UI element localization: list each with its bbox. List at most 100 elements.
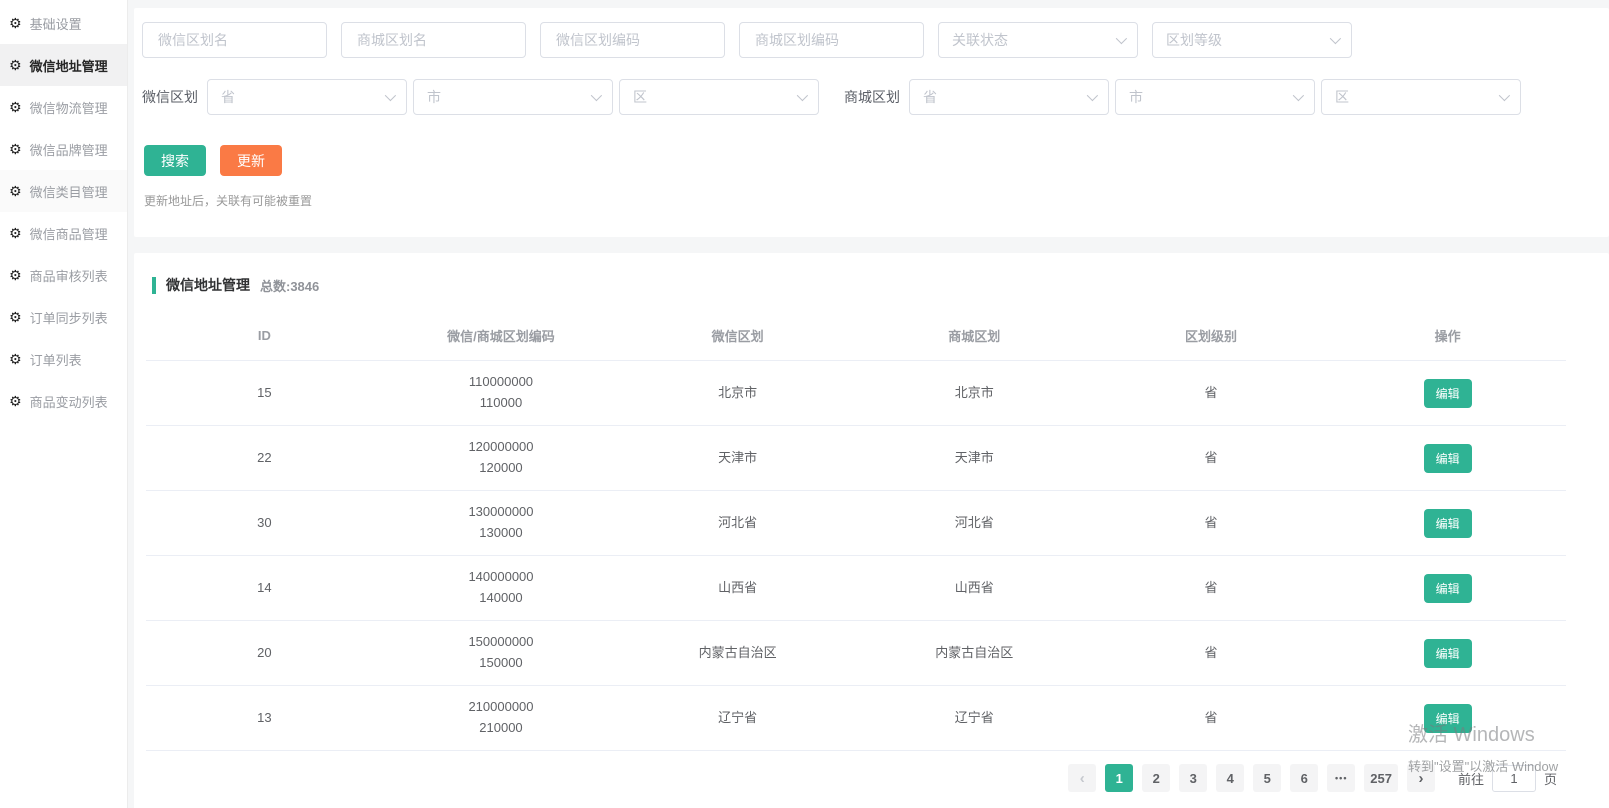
table-panel: 微信地址管理 总数:3846 ID 微信/商城区划编码 微信区划 商城区划 区划… — [134, 253, 1609, 808]
sidebar-item[interactable]: ⚙ 订单同步列表 — [0, 296, 127, 338]
chevron-down-icon — [591, 90, 602, 101]
sidebar-item[interactable]: ⚙ 基础设置 — [0, 2, 127, 44]
page-ellipsis[interactable]: ••• — [1327, 764, 1355, 792]
sidebar-item-label: 微信地址管理 — [30, 56, 108, 75]
mall-district-placeholder: 区 — [1335, 87, 1349, 107]
cell-wx-region: 内蒙古自治区 — [619, 621, 856, 686]
page-number-list: 1 2 3 4 5 6 — [1105, 764, 1318, 792]
cell-level: 省 — [1093, 361, 1330, 426]
col-id: ID — [146, 311, 383, 361]
table-row: 20 150000000 150000 内蒙古自治区 内蒙古自治区 省 编辑 — [146, 621, 1566, 686]
gear-icon: ⚙ — [9, 226, 22, 240]
cell-actions: 编辑 — [1329, 361, 1566, 426]
mall-region-code-input[interactable] — [739, 22, 924, 58]
col-actions: 操作 — [1329, 311, 1566, 361]
sidebar-item-label: 商品变动列表 — [30, 392, 108, 411]
link-status-placeholder: 关联状态 — [952, 30, 1008, 50]
gear-icon: ⚙ — [9, 310, 22, 324]
cell-id: 20 — [146, 621, 383, 686]
sidebar-item[interactable]: ⚙ 微信品牌管理 — [0, 128, 127, 170]
gear-icon: ⚙ — [9, 394, 22, 408]
page-number-button[interactable]: 6 — [1290, 764, 1318, 792]
page-number-button[interactable]: 2 — [1142, 764, 1170, 792]
cell-mall-region: 天津市 — [856, 426, 1093, 491]
search-button[interactable]: 搜索 — [144, 145, 206, 176]
last-page-button[interactable]: 257 — [1364, 764, 1398, 792]
table-row: 15 110000000 110000 北京市 北京市 省 编辑 — [146, 361, 1566, 426]
mall-code: 130000 — [389, 523, 614, 544]
page-unit-label: 页 — [1544, 769, 1557, 788]
sidebar: ⚙ 基础设置 ⚙ 微信地址管理 ⚙ 微信物流管理 ⚙ 微信品牌管理 ⚙ 微信类目… — [0, 0, 128, 808]
edit-button[interactable]: 编辑 — [1424, 574, 1472, 603]
mall-code: 120000 — [389, 458, 614, 479]
mall-province-select[interactable]: 省 — [909, 79, 1109, 115]
cell-actions: 编辑 — [1329, 556, 1566, 621]
prev-page-button[interactable]: ‹ — [1068, 764, 1096, 792]
next-page-button[interactable]: › — [1407, 764, 1435, 792]
update-button[interactable]: 更新 — [220, 145, 282, 176]
main-content: 关联状态 区划等级 微信区划 省 市 区 — [128, 0, 1609, 808]
wx-district-placeholder: 区 — [633, 87, 647, 107]
gear-icon: ⚙ — [9, 100, 22, 114]
region-level-placeholder: 区划等级 — [1166, 30, 1222, 50]
mall-code: 150000 — [389, 653, 614, 674]
cell-codes: 130000000 130000 — [383, 491, 620, 556]
wx-city-placeholder: 市 — [427, 87, 441, 107]
wx-code: 130000000 — [389, 502, 614, 523]
sidebar-item[interactable]: ⚙ 微信商品管理 — [0, 212, 127, 254]
cell-mall-region: 内蒙古自治区 — [856, 621, 1093, 686]
page-number-button[interactable]: 1 — [1105, 764, 1133, 792]
edit-button[interactable]: 编辑 — [1424, 379, 1472, 408]
wx-region-name-input[interactable] — [142, 22, 327, 58]
wx-province-select[interactable]: 省 — [207, 79, 407, 115]
wx-region-code-input[interactable] — [540, 22, 725, 58]
cell-actions: 编辑 — [1329, 686, 1566, 751]
wx-city-select[interactable]: 市 — [413, 79, 613, 115]
edit-button[interactable]: 编辑 — [1424, 444, 1472, 473]
cell-mall-region: 山西省 — [856, 556, 1093, 621]
region-level-select[interactable]: 区划等级 — [1152, 22, 1352, 58]
chevron-down-icon — [797, 90, 808, 101]
sidebar-item[interactable]: ⚙ 订单列表 — [0, 338, 127, 380]
goto-page-input[interactable] — [1492, 765, 1536, 792]
cell-mall-region: 河北省 — [856, 491, 1093, 556]
cell-level: 省 — [1093, 686, 1330, 751]
edit-button[interactable]: 编辑 — [1424, 704, 1472, 733]
mall-region-name-input[interactable] — [341, 22, 526, 58]
sidebar-item-label: 订单列表 — [30, 350, 82, 369]
cell-codes: 210000000 210000 — [383, 686, 620, 751]
edit-button[interactable]: 编辑 — [1424, 509, 1472, 538]
page-number-button[interactable]: 4 — [1216, 764, 1244, 792]
gear-icon: ⚙ — [9, 268, 22, 282]
page-title: 微信地址管理 — [166, 275, 250, 295]
table-body: 15 110000000 110000 北京市 北京市 省 编辑 — [146, 361, 1566, 751]
chevron-down-icon — [1087, 90, 1098, 101]
sidebar-item[interactable]: ⚙ 商品审核列表 — [0, 254, 127, 296]
sidebar-item-label: 微信物流管理 — [30, 98, 108, 117]
col-level: 区划级别 — [1093, 311, 1330, 361]
mall-region-selects: 省 市 区 — [909, 79, 1521, 115]
cell-id: 15 — [146, 361, 383, 426]
wx-district-select[interactable]: 区 — [619, 79, 819, 115]
gear-icon: ⚙ — [9, 352, 22, 366]
mall-district-select[interactable]: 区 — [1321, 79, 1521, 115]
mall-city-placeholder: 市 — [1129, 87, 1143, 107]
wx-code: 210000000 — [389, 697, 614, 718]
mall-city-select[interactable]: 市 — [1115, 79, 1315, 115]
goto-label: 前往 — [1458, 769, 1484, 788]
gear-icon: ⚙ — [9, 58, 22, 72]
sidebar-item[interactable]: ⚙ 微信类目管理 — [0, 170, 127, 212]
sidebar-item[interactable]: ⚙ 微信地址管理 — [0, 44, 127, 86]
link-status-select[interactable]: 关联状态 — [938, 22, 1138, 58]
sidebar-item-label: 商品审核列表 — [30, 266, 108, 285]
page-number-button[interactable]: 3 — [1179, 764, 1207, 792]
gear-icon: ⚙ — [9, 16, 22, 30]
sidebar-item[interactable]: ⚙ 商品变动列表 — [0, 380, 127, 422]
page-number-button[interactable]: 5 — [1253, 764, 1281, 792]
cell-mall-region: 北京市 — [856, 361, 1093, 426]
mall-region-label: 商城区划 — [844, 87, 900, 107]
cell-id: 30 — [146, 491, 383, 556]
mall-province-placeholder: 省 — [923, 87, 937, 107]
edit-button[interactable]: 编辑 — [1424, 639, 1472, 668]
sidebar-item[interactable]: ⚙ 微信物流管理 — [0, 86, 127, 128]
